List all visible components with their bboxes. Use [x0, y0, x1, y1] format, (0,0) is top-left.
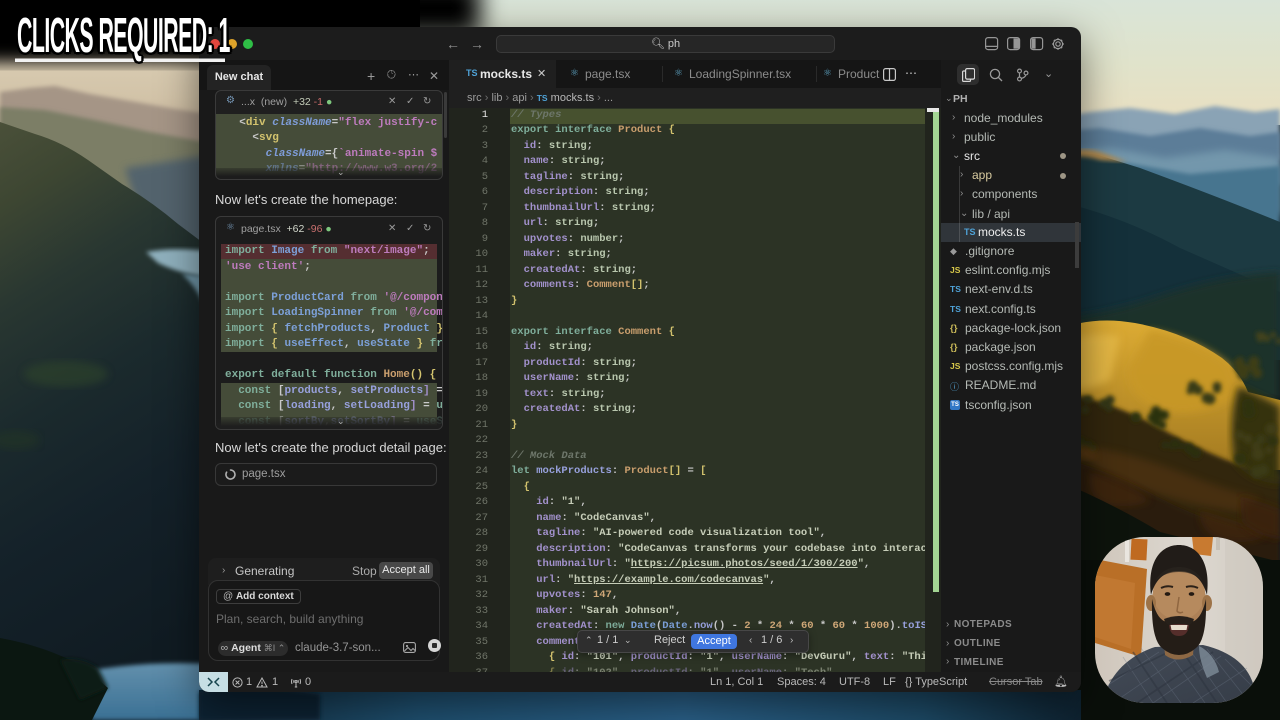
svg-text:CLICKS REQUIRED: 1: CLICKS REQUIRED: 1 — [17, 9, 230, 64]
